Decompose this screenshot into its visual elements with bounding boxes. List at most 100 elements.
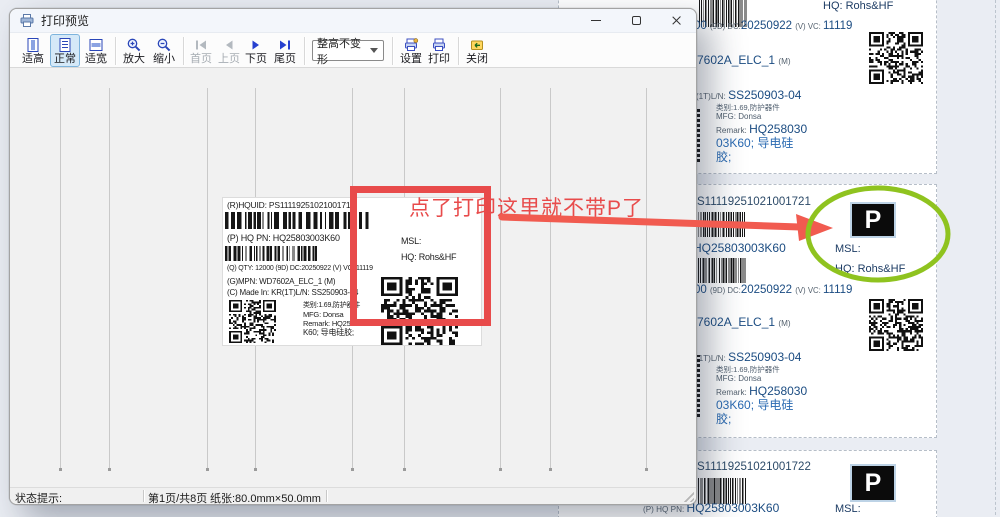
prev-page-label: 上页 (218, 53, 240, 65)
fit-height-icon (25, 36, 41, 53)
label-remark-line3: 胶; (716, 413, 731, 426)
close-preview-label: 关闭 (466, 53, 488, 65)
label-lot-line: R(1T)L/N: SS250903-04 (690, 351, 801, 364)
page-column-line (207, 88, 208, 470)
toolbar: 适高 正常 适宽 放大 缩小 首页 (10, 32, 696, 68)
toolbar-divider (115, 37, 116, 65)
fit-height-button[interactable]: 适高 (19, 34, 47, 67)
preview-mfg-line: MFG: Donsa (303, 311, 344, 319)
page-column-line (550, 88, 551, 470)
label-remark-line3: 胶; (716, 151, 731, 164)
label-qty-line: 00 (9D) DC:20250922 (V) VC: 11119 (694, 20, 852, 32)
next-page-label: 下页 (245, 53, 267, 65)
preview-pn-line: (P) HQ PN: HQ25803003K60 (227, 234, 340, 243)
label-hq-line: HQ: Rohs&HF (823, 1, 893, 13)
label-category-line: 类别:1.69,防护器件 (716, 104, 780, 112)
label-serial: S11119251021001722 (697, 461, 811, 473)
label-mpn-line: 7602A_ELC_1 (M) (697, 54, 791, 67)
fit-width-button[interactable]: 适宽 (82, 34, 110, 67)
barcode (698, 258, 746, 283)
printer-icon (20, 14, 34, 27)
last-page-button[interactable]: 尾页 (271, 34, 299, 67)
maximize-icon (632, 16, 641, 25)
label-pn: HQ25803003K60 (693, 242, 786, 255)
label-remark-line: Remark: HQ258030 (716, 385, 807, 398)
status-page-info: 第1页/共8页 (148, 490, 207, 505)
label-category-line: 类别:1.69,防护器件 (716, 366, 780, 374)
fit-width-icon (88, 36, 104, 53)
preview-hq-line: HQ: Rohs&HF (401, 253, 456, 262)
preview-remark-line2: K60; 导电硅胶; (303, 329, 354, 337)
zoom-in-icon (126, 36, 142, 53)
toolbar-divider (183, 37, 184, 65)
maximize-button[interactable] (616, 9, 656, 32)
close-button[interactable] (656, 9, 696, 32)
qr-code (869, 32, 923, 84)
zoom-out-label: 缩小 (153, 53, 175, 65)
status-separator (326, 490, 327, 502)
label-msl: MSL: (835, 244, 861, 256)
print-icon (431, 36, 447, 53)
preview-madein-line: (C) Made In: KR(1T)L/N: SS250903-04 (227, 289, 358, 297)
normal-view-button[interactable]: 正常 (50, 34, 80, 67)
preview-qty-line: (Q) QTY: 12000 (9D) DC:20250922 (V) VC: … (227, 265, 373, 272)
status-bar: 状态提示: 第1页/共8页 纸张:80.0mm×50.0mm (10, 487, 696, 504)
p-mark-logo: P (850, 464, 896, 502)
print-button[interactable]: 打印 (426, 34, 452, 67)
status-separator (143, 490, 144, 502)
preview-remark-line: Remark: HQ25803003 (303, 320, 374, 328)
scale-mode-dropdown[interactable]: 整高不变形 (312, 40, 384, 61)
next-column-border (995, 0, 996, 517)
label-lot-line: R(1T)L/N: SS250903-04 (690, 89, 801, 102)
label-remark-line2: 03K60; 导电硅 (716, 137, 793, 150)
print-settings-icon (403, 36, 419, 53)
screen: HQ: Rohs&HF 00 (9D) DC:20250922 (V) VC: … (0, 0, 1000, 517)
status-label: 状态提示: (15, 490, 62, 505)
label-mfg-line: MFG: Donsa (716, 113, 761, 121)
preview-hquid-line: (R)HQUID: PS11119251021001715 (227, 201, 355, 210)
prev-page-button[interactable]: 上页 (217, 34, 241, 67)
label-remark-line: Remark: HQ258030 (716, 123, 807, 136)
title-bar[interactable]: 打印预览 (10, 9, 696, 32)
fit-width-label: 适宽 (85, 53, 107, 65)
first-page-button[interactable]: 首页 (187, 34, 215, 67)
barcode (225, 246, 317, 261)
scale-mode-value: 整高不变形 (317, 35, 370, 67)
resize-grip[interactable] (683, 491, 694, 502)
label-mfg-line: MFG: Donsa (716, 375, 761, 383)
barcode (698, 212, 746, 237)
print-label: 打印 (428, 53, 450, 65)
print-preview-window: 打印预览 适高 正常 适宽 放大 (9, 8, 697, 505)
last-page-icon (277, 36, 293, 53)
page-column-line (500, 88, 501, 470)
preview-label: (R)HQUID: PS11119251021001715 (P) HQ PN:… (222, 197, 482, 346)
preview-category-line: 类别:1.69,防护器件 (303, 302, 360, 309)
print-settings-button[interactable]: 设置 (398, 34, 424, 67)
normal-view-icon (57, 36, 73, 53)
print-settings-label: 设置 (400, 53, 422, 65)
qr-code (869, 299, 923, 351)
label-mpn-line: 7602A_ELC_1 (M) (697, 316, 791, 329)
next-page-icon (248, 36, 264, 53)
zoom-in-button[interactable]: 放大 (120, 34, 148, 67)
prev-page-icon (221, 36, 237, 53)
minimize-icon (591, 20, 601, 21)
label-msl: MSL: (835, 504, 861, 516)
zoom-out-icon (156, 36, 172, 53)
page-column-line (60, 88, 61, 470)
window-title: 打印预览 (41, 12, 89, 29)
zoom-out-button[interactable]: 缩小 (150, 34, 178, 67)
next-page-button[interactable]: 下页 (243, 34, 269, 67)
zoom-in-label: 放大 (123, 53, 145, 65)
p-mark-logo: P (850, 202, 896, 238)
toolbar-divider (458, 37, 459, 65)
close-preview-button[interactable]: 关闭 (464, 34, 490, 67)
label-remark-line2: 03K60; 导电硅 (716, 399, 793, 412)
chevron-down-icon (370, 48, 378, 53)
label-qty-line: 00 (9D) DC:20250922 (V) VC: 11119 (694, 284, 852, 296)
toolbar-divider (304, 37, 305, 65)
last-page-label: 尾页 (274, 53, 296, 65)
fit-height-label: 适高 (22, 53, 44, 65)
minimize-button[interactable] (576, 9, 616, 32)
toolbar-divider (392, 37, 393, 65)
